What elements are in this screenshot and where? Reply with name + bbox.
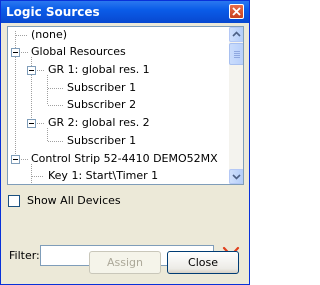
window-title: Logic Sources	[6, 5, 100, 19]
filter-label: Filter:	[9, 249, 40, 262]
tree-item-gr2[interactable]: GR 2: global res. 2	[48, 115, 150, 131]
expand-toggle-gr1[interactable]	[27, 66, 36, 75]
tree-item-gr1[interactable]: GR 1: global res. 1	[48, 62, 150, 78]
scroll-thumb[interactable]	[229, 43, 243, 65]
tree-vertical-scrollbar[interactable]	[229, 27, 243, 184]
expand-toggle-gr2[interactable]	[27, 119, 36, 128]
expand-toggle-control-strip[interactable]	[11, 155, 20, 164]
close-icon	[232, 7, 241, 16]
show-all-devices-checkbox[interactable]	[8, 195, 20, 207]
tree-item-gr1-subscriber1[interactable]: Subscriber 1	[67, 80, 136, 96]
window-close-button[interactable]	[229, 4, 244, 19]
expand-toggle-global-resources[interactable]	[11, 48, 20, 57]
close-button[interactable]: Close	[167, 251, 239, 274]
logic-source-tree[interactable]: (none) Global Resources GR 1: global res…	[7, 26, 244, 185]
title-bar[interactable]: Logic Sources	[1, 1, 249, 23]
tree-item-control-strip[interactable]: Control Strip 52-4410 DEMO52MX	[31, 151, 218, 167]
arrow-up-icon	[232, 31, 241, 37]
show-all-devices-label: Show All Devices	[27, 194, 121, 207]
arrow-down-icon	[232, 174, 241, 180]
tree-item-gr2-subscriber1[interactable]: Subscriber 1	[67, 133, 136, 149]
tree-item-global-resources[interactable]: Global Resources	[31, 44, 126, 60]
tree-item-gr1-subscriber2[interactable]: Subscriber 2	[67, 97, 136, 113]
tree-item-none[interactable]: (none)	[31, 27, 67, 43]
tree-item-key1[interactable]: Key 1: Start\Timer 1	[48, 168, 158, 184]
logic-sources-dialog: Logic Sources (none) Global Resources GR…	[0, 0, 250, 285]
scroll-up-button[interactable]	[229, 27, 243, 42]
scroll-down-button[interactable]	[229, 169, 243, 184]
assign-button[interactable]: Assign	[89, 251, 161, 274]
